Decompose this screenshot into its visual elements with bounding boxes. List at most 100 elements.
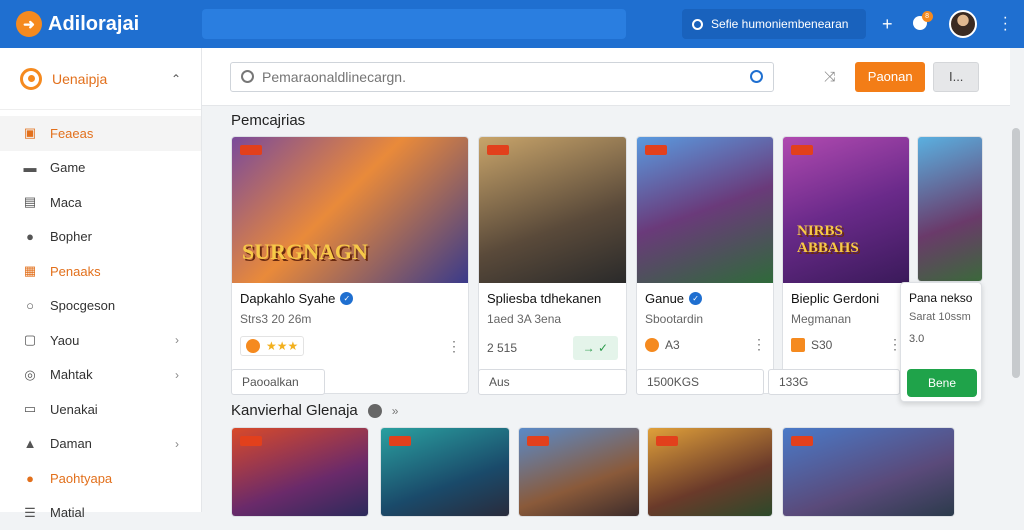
user-avatar[interactable] bbox=[949, 10, 977, 38]
sidebar-header[interactable]: Uenaipja ⌃ bbox=[0, 48, 201, 110]
card-footer: 3.0 bbox=[901, 323, 981, 345]
new-tag bbox=[791, 436, 813, 446]
card-subtitle: Sbootardin bbox=[637, 306, 773, 326]
download-button[interactable]: → ✓ bbox=[573, 336, 618, 360]
verified-icon: ✓ bbox=[340, 292, 353, 305]
card-name-text: Bieplic Gerdoni bbox=[791, 291, 879, 306]
target-icon bbox=[20, 68, 42, 90]
chevron-up-icon[interactable]: ⌃ bbox=[171, 72, 181, 86]
sidebar-item-maca[interactable]: ▤Maca bbox=[0, 185, 201, 220]
bell-icon: 8 bbox=[913, 16, 927, 30]
card-footer: 2 515 → ✓ bbox=[479, 326, 626, 360]
card-name: Spliesba tdhekanen bbox=[479, 283, 626, 306]
sidebar-item-feaeas[interactable]: ▣ Feaeas bbox=[0, 116, 201, 151]
get-button[interactable]: Bene bbox=[907, 369, 977, 397]
scrollbar[interactable] bbox=[1012, 128, 1020, 378]
game-card[interactable]: NIRBS ABBAHS Bieplic Gerdoni Megmanan S3… bbox=[782, 136, 910, 394]
new-tag bbox=[487, 145, 509, 155]
gamepad-icon: ▬ bbox=[22, 160, 38, 176]
game-thumbnail[interactable] bbox=[918, 137, 982, 282]
folder-icon: ▣ bbox=[22, 125, 38, 141]
game-thumbnail[interactable] bbox=[637, 137, 773, 283]
image-icon: ▲ bbox=[22, 436, 38, 452]
sidebar-item-label: Feaeas bbox=[50, 126, 93, 141]
sidebar-item-bopher[interactable]: ● Bopher bbox=[0, 220, 201, 255]
game-thumbnail[interactable] bbox=[479, 137, 626, 283]
add-icon[interactable]: + bbox=[882, 14, 893, 35]
new-tag bbox=[791, 145, 813, 155]
more-icon[interactable]: ⋮ bbox=[447, 338, 460, 355]
game-card[interactable] bbox=[380, 427, 510, 517]
game-card[interactable] bbox=[647, 427, 773, 517]
rating-stars: ★★★ bbox=[266, 339, 298, 353]
sidebar-item-matial[interactable]: ☰Matial bbox=[0, 496, 201, 530]
sidebar-item-label: Penaaks bbox=[50, 264, 101, 279]
more-icon[interactable]: ⋮ bbox=[752, 336, 765, 353]
chevron-right-icon: › bbox=[175, 368, 179, 382]
sidebar-item-daman[interactable]: ▲Daman› bbox=[0, 427, 201, 462]
coin-icon bbox=[246, 339, 260, 353]
game-thumbnail[interactable] bbox=[232, 428, 368, 517]
card-caption: Aus bbox=[478, 369, 627, 395]
sidebar-item-label: Paohtyapa bbox=[50, 471, 112, 486]
sidebar-item-label: Maca bbox=[50, 195, 82, 210]
card-subtitle: Sarat 10ssm bbox=[901, 305, 981, 323]
verified-icon: ✓ bbox=[689, 292, 702, 305]
game-thumbnail[interactable] bbox=[381, 428, 509, 517]
game-thumbnail[interactable]: SURGNAGN bbox=[232, 137, 468, 283]
rating-badge: ★★★ bbox=[240, 336, 304, 356]
document-icon: ▭ bbox=[22, 401, 38, 417]
card-name: Dapkahlo Syahe✓ bbox=[232, 283, 468, 306]
notifications-button[interactable]: 8 bbox=[913, 14, 927, 35]
sidebar-item-paohtyapa[interactable]: ●Paohtyapa bbox=[0, 461, 201, 496]
sidebar-item-uenakai[interactable]: ▭Uenakai bbox=[0, 392, 201, 427]
top-search-pill[interactable]: Sefie humoniembenearan bbox=[682, 9, 866, 39]
game-thumbnail[interactable] bbox=[783, 428, 954, 517]
primary-button[interactable]: Paonan bbox=[855, 62, 925, 92]
game-card[interactable] bbox=[917, 136, 983, 282]
new-tag bbox=[656, 436, 678, 446]
game-card[interactable]: SURGNAGN Dapkahlo Syahe✓ Strs3 20 26m ★★… bbox=[231, 136, 469, 394]
info-icon bbox=[368, 404, 382, 418]
top-search-bar[interactable] bbox=[202, 9, 626, 39]
calendar-icon: ▦ bbox=[22, 263, 38, 279]
sidebar-item-game[interactable]: ▬Game bbox=[0, 151, 201, 186]
app-logo[interactable]: ➜ Adilorajai bbox=[16, 11, 202, 37]
game-card[interactable] bbox=[518, 427, 640, 517]
section-2-title: Kanvierhal Glenaja bbox=[231, 402, 358, 419]
search-input[interactable] bbox=[262, 69, 750, 85]
card-footer: S30 ⋮ bbox=[783, 326, 909, 353]
sidebar-item-spocgeson[interactable]: ○Spocgeson bbox=[0, 289, 201, 324]
game-thumbnail[interactable] bbox=[519, 428, 639, 517]
sidebar-item-penaaks[interactable]: ▦ Penaaks bbox=[0, 254, 201, 289]
game-card[interactable] bbox=[782, 427, 955, 517]
sidebar-item-label: Mahtak bbox=[50, 367, 93, 382]
game-thumbnail[interactable] bbox=[648, 428, 772, 517]
sidebar-item-label: Bopher bbox=[50, 229, 92, 244]
more-link[interactable]: » bbox=[392, 404, 399, 418]
secondary-button[interactable]: I... bbox=[933, 62, 979, 92]
thumbnail-title: SURGNAGN bbox=[242, 239, 368, 265]
card-meta: A3 bbox=[665, 338, 680, 352]
thumbnail-title: NIRBS ABBAHS bbox=[797, 223, 897, 257]
game-card[interactable]: Spliesba tdhekanen 1aed 3A 3ena 2 515 → … bbox=[478, 136, 627, 394]
card-name: Pana nekso bbox=[901, 283, 981, 305]
section-title: Pemcajrias bbox=[231, 112, 305, 129]
chevron-right-icon: › bbox=[175, 437, 179, 451]
sidebar-item-label: Spocgeson bbox=[50, 298, 115, 313]
card-action-button[interactable]: Paooalkan bbox=[231, 369, 325, 395]
search-box[interactable] bbox=[230, 62, 774, 92]
coin-icon bbox=[645, 338, 659, 352]
game-card[interactable]: Ganue✓ Sbootardin A3 ⋮ bbox=[636, 136, 774, 394]
game-thumbnail[interactable]: NIRBS ABBAHS bbox=[783, 137, 909, 283]
shuffle-icon[interactable]: ⤨ bbox=[824, 68, 835, 85]
game-card[interactable] bbox=[231, 427, 369, 517]
sidebar-item-yaou[interactable]: ▢Yaou› bbox=[0, 323, 201, 358]
sidebar-item-mahtak[interactable]: ◎Mahtak› bbox=[0, 358, 201, 393]
card-meta: 3.0 bbox=[909, 333, 924, 345]
pin-icon: ● bbox=[22, 229, 38, 245]
sidebar: Uenaipja ⌃ ▣ Feaeas ▬Game ▤Maca ● Bopher ▦… bbox=[0, 48, 202, 512]
search-submit-icon[interactable] bbox=[750, 70, 763, 83]
search-row: ⤨ Paonan I... bbox=[202, 48, 1010, 106]
more-menu-icon[interactable]: ··· bbox=[1003, 15, 1008, 33]
